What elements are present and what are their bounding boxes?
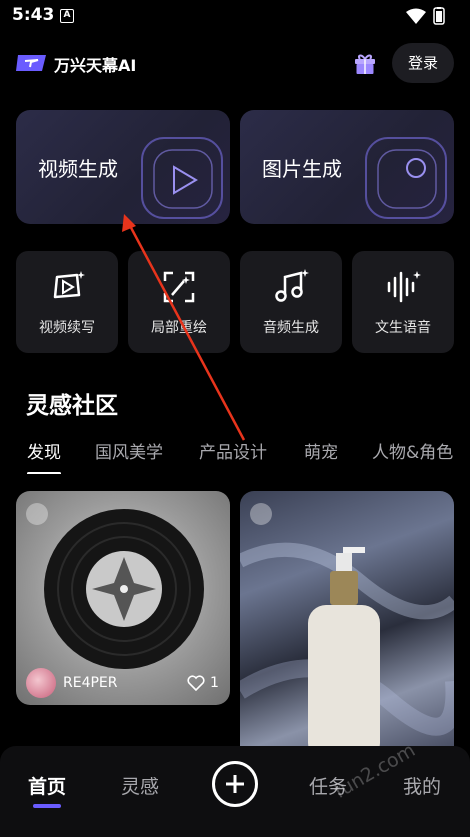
tab-discover[interactable]: 发现	[27, 438, 61, 463]
avatar[interactable]	[26, 668, 56, 698]
tool-partial-redraw[interactable]: 局部重绘	[128, 251, 230, 353]
tool-label: 局部重绘	[151, 320, 207, 336]
partial-redraw-icon	[163, 271, 195, 303]
app-header: 万兴天幕AI 登录	[0, 40, 470, 88]
video-extend-icon	[53, 271, 85, 299]
nav-mine[interactable]: 我的	[403, 772, 441, 799]
tool-audio-generation[interactable]: 音频生成	[240, 251, 342, 353]
community-title: 灵感社区	[26, 393, 118, 419]
notification-icon: A	[60, 9, 74, 23]
post-card[interactable]	[240, 491, 454, 761]
image-icon	[365, 137, 447, 219]
create-button[interactable]	[212, 761, 258, 807]
nav-home[interactable]: 首页	[28, 772, 66, 799]
login-button[interactable]: 登录	[392, 43, 454, 83]
video-badge-icon	[250, 503, 272, 525]
video-generation-label: 视频生成	[38, 157, 118, 181]
nav-inspiration[interactable]: 灵感	[121, 772, 159, 799]
active-tab-indicator	[27, 472, 61, 474]
tool-label: 文生语音	[375, 320, 431, 336]
status-time: 5:43	[12, 5, 55, 25]
post-card[interactable]: RE4PER 1	[16, 491, 230, 705]
status-bar: 5:43 A	[0, 0, 470, 34]
status-indicators-icon	[406, 7, 445, 25]
image-generation-label: 图片生成	[262, 157, 342, 181]
music-badge-icon	[26, 503, 48, 525]
tab-product-design[interactable]: 产品设计	[199, 438, 267, 463]
heart-icon[interactable]	[187, 675, 205, 691]
like-count: 1	[210, 675, 219, 691]
tab-pets[interactable]: 萌宠	[304, 438, 338, 463]
nav-active-indicator	[33, 804, 61, 808]
app-title: 万兴天幕AI	[54, 56, 137, 75]
gift-icon[interactable]	[352, 50, 378, 76]
tab-chinese-aesthetics[interactable]: 国风美学	[95, 438, 163, 463]
tool-text-to-speech[interactable]: 文生语音	[352, 251, 454, 353]
plus-icon	[226, 775, 244, 793]
video-play-icon	[141, 137, 223, 219]
product-bottle-image	[240, 542, 454, 761]
image-generation-card[interactable]: 图片生成	[240, 110, 454, 224]
sound-wave-icon	[387, 271, 421, 303]
music-note-icon	[275, 269, 309, 302]
community-tabs: 发现 国风美学 产品设计 萌宠 人物&角色	[0, 434, 470, 474]
tool-label: 视频续写	[39, 320, 95, 336]
video-generation-card[interactable]: 视频生成	[16, 110, 230, 224]
app-logo-icon	[16, 55, 46, 71]
author-name[interactable]: RE4PER	[63, 675, 118, 691]
tool-video-extend[interactable]: 视频续写	[16, 251, 118, 353]
tool-label: 音频生成	[263, 320, 319, 336]
tab-characters[interactable]: 人物&角色	[372, 438, 453, 463]
